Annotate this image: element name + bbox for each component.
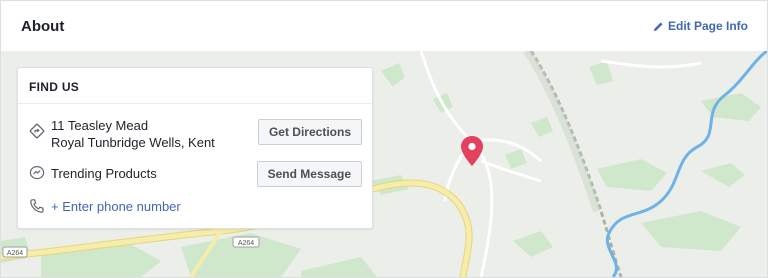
map-pin-icon[interactable] [460,135,484,167]
svg-text:A264: A264 [7,250,23,257]
phone-icon [30,199,44,213]
edit-page-info-label: Edit Page Info [667,19,748,33]
map-road-label-1: A264 [2,246,28,258]
address-line-2: Royal Tunbridge Wells, Kent [51,135,215,150]
edit-page-info-link[interactable]: Edit Page Info [653,19,748,33]
send-message-button[interactable]: Send Message [256,161,362,187]
directions-icon [29,123,45,139]
section-header: About Edit Page Info [1,1,767,51]
find-us-card: FIND US 11 Teasley Mead Royal Tunbridge … [17,67,373,229]
messenger-icon [29,165,45,180]
pencil-icon [653,21,663,31]
messenger-page-name: Trending Products [51,166,157,181]
address-line-1: 11 Teasley Mead [51,118,149,133]
section-title: About [21,18,65,35]
get-directions-button[interactable]: Get Directions [257,119,362,145]
find-us-title: FIND US [29,80,80,94]
address-text: 11 Teasley Mead Royal Tunbridge Wells, K… [51,117,215,151]
enter-phone-link[interactable]: + Enter phone number [51,199,181,214]
map-road-label-2: A264 [232,236,260,248]
card-divider [18,103,372,104]
about-section: About Edit Page Info A264 A264 FIND US 1… [0,0,768,278]
svg-text:A264: A264 [238,240,254,247]
